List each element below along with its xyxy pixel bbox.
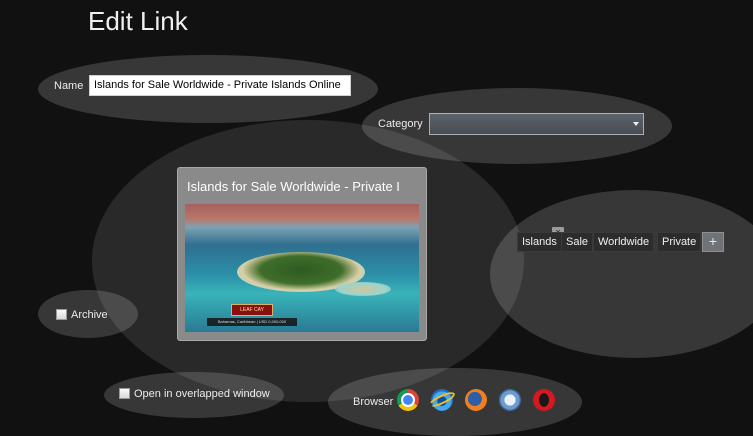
- name-label: Name: [54, 80, 84, 92]
- tag-item[interactable]: Private: [657, 232, 702, 252]
- image-caption: Bahamas, Caribbean | USD 0,000,000: [207, 318, 297, 326]
- chrome-icon[interactable]: [397, 389, 419, 411]
- tag-item[interactable]: Worldwide: [593, 232, 655, 252]
- tags-halo: [490, 190, 753, 358]
- tag-item[interactable]: Islands: [517, 232, 562, 252]
- browser-label: Browser: [353, 396, 394, 408]
- preview-image: LEAF CAY Bahamas, Caribbean | USD 0,000,…: [185, 204, 419, 332]
- add-tag-button[interactable]: +: [702, 232, 724, 252]
- archive-label: Archive: [71, 309, 108, 321]
- image-badge: LEAF CAY: [231, 304, 273, 316]
- link-preview-card[interactable]: Islands for Sale Worldwide - Private I L…: [177, 167, 427, 341]
- tag-item[interactable]: Sale: [561, 232, 594, 252]
- chevron-down-icon: [633, 122, 639, 126]
- category-select[interactable]: [429, 113, 644, 135]
- overlapped-window-label: Open in overlapped window: [134, 388, 270, 400]
- firefox-icon[interactable]: [465, 389, 487, 411]
- safari-icon[interactable]: [499, 389, 521, 411]
- page-title: Edit Link: [88, 6, 188, 36]
- category-label: Category: [378, 118, 423, 130]
- archive-checkbox[interactable]: [56, 309, 67, 320]
- name-field[interactable]: Islands for Sale Worldwide - Private Isl…: [89, 75, 351, 96]
- internet-explorer-icon[interactable]: [431, 389, 453, 411]
- overlapped-window-checkbox[interactable]: [119, 388, 130, 399]
- preview-title: Islands for Sale Worldwide - Private I: [187, 179, 400, 194]
- opera-icon[interactable]: [533, 389, 555, 411]
- islet-shape: [335, 282, 391, 296]
